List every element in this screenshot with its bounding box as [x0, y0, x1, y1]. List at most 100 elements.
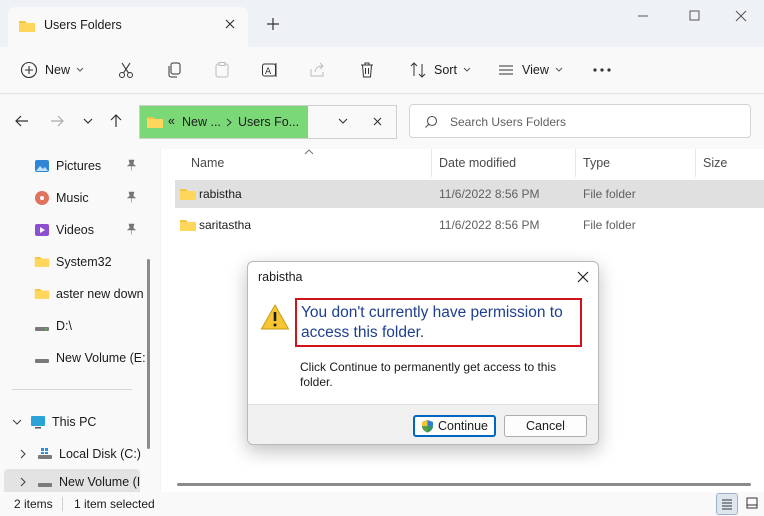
breadcrumb: « New ... Users Fo... — [140, 106, 310, 138]
sidebar-scrollbar[interactable] — [147, 259, 150, 449]
chevron-down-icon — [463, 67, 471, 72]
recent-locations-icon[interactable] — [78, 111, 98, 131]
chevron-down-icon — [12, 419, 22, 425]
sort-icon — [410, 62, 426, 78]
chevron-right-icon — [20, 449, 26, 459]
pin-icon[interactable] — [126, 223, 137, 238]
close-window-icon[interactable] — [726, 5, 756, 27]
maximize-icon[interactable] — [680, 5, 710, 27]
tab-users-folders[interactable]: Users Folders — [8, 7, 248, 47]
music-icon — [34, 190, 50, 206]
title-bar: Users Folders — [0, 0, 764, 47]
search-input[interactable]: Search Users Folders — [450, 115, 566, 129]
address-dropdown — [308, 106, 396, 138]
sidebar-item-videos[interactable]: Videos — [34, 217, 94, 243]
file-name: saritastha — [199, 218, 252, 232]
sidebar-item-label: Local Disk (C:) — [59, 447, 141, 461]
chevron-right-icon — [226, 118, 232, 127]
paste-icon — [215, 62, 229, 78]
copy-icon — [168, 62, 181, 78]
more-options-button[interactable] — [592, 55, 612, 85]
tiles-view-button[interactable] — [741, 493, 763, 515]
sidebar-item-label: System32 — [56, 255, 112, 269]
item-count: 2 items — [14, 497, 53, 511]
warning-icon — [260, 303, 290, 334]
folder-icon — [180, 220, 196, 231]
navigation-pane: Pictures Music Videos System32 aster new… — [0, 149, 160, 495]
computer-icon — [30, 414, 46, 430]
chevron-down-icon — [76, 67, 84, 72]
sidebar-item-label: Music — [56, 191, 89, 205]
file-type: File folder — [583, 218, 636, 232]
up-arrow-icon[interactable] — [106, 111, 126, 131]
address-bar[interactable]: « New ... Users Fo... — [139, 105, 397, 139]
tiles-view-icon — [746, 497, 758, 509]
minimize-icon[interactable] — [628, 5, 658, 27]
sort-button[interactable]: Sort — [409, 55, 471, 85]
details-view-icon — [722, 499, 732, 510]
pin-icon[interactable] — [126, 191, 137, 206]
breadcrumb-overflow[interactable]: « — [168, 114, 175, 128]
sidebar-item-aster-new-down[interactable]: aster new down — [34, 281, 144, 307]
rename-button[interactable]: A — [261, 55, 279, 85]
drive-icon — [34, 350, 50, 366]
windows-drive-icon — [37, 446, 53, 462]
continue-button[interactable]: Continue — [413, 415, 496, 437]
folder-icon — [147, 117, 163, 128]
command-bar: New A Sort View — [0, 47, 764, 94]
view-button[interactable]: View — [497, 55, 563, 85]
cut-button[interactable] — [117, 55, 135, 85]
selection-count: 1 item selected — [74, 497, 155, 511]
new-tab-icon[interactable] — [262, 13, 284, 35]
column-divider[interactable] — [431, 149, 432, 177]
chevron-down-icon — [555, 67, 563, 72]
uac-shield-icon — [421, 420, 433, 433]
table-row[interactable]: rabistha 11/6/2022 8:56 PM File folder — [175, 180, 764, 208]
delete-button[interactable] — [358, 55, 376, 85]
sidebar-item-label: New Volume (E: — [56, 351, 146, 365]
sidebar-item-new-volume-e[interactable]: New Volume (E: — [34, 345, 146, 371]
share-button[interactable] — [309, 55, 327, 85]
sidebar-item-system32[interactable]: System32 — [34, 249, 112, 275]
details-view-button[interactable] — [716, 493, 738, 515]
column-divider[interactable] — [575, 149, 576, 177]
back-arrow-icon[interactable] — [12, 111, 32, 131]
view-label: View — [522, 63, 549, 77]
column-header-type[interactable]: Type — [583, 156, 610, 170]
search-box[interactable]: Search Users Folders — [409, 104, 751, 138]
paste-button[interactable] — [213, 55, 231, 85]
dialog-footer: Continue Cancel — [248, 404, 598, 444]
chevron-down-icon[interactable] — [338, 118, 348, 125]
forward-arrow-icon[interactable] — [47, 111, 67, 131]
pin-icon[interactable] — [126, 159, 137, 174]
pictures-icon — [34, 158, 50, 174]
scissors-icon — [119, 62, 133, 78]
sidebar-item-this-pc[interactable]: This PC — [12, 409, 96, 435]
breadcrumb-item-users-folders[interactable]: Users Fo... — [238, 115, 299, 129]
horizontal-scrollbar[interactable] — [177, 483, 751, 486]
new-button[interactable]: New — [20, 55, 84, 85]
close-tab-icon[interactable] — [220, 14, 240, 34]
cancel-button[interactable]: Cancel — [504, 415, 587, 437]
breadcrumb-item-new[interactable]: New ... — [182, 115, 221, 129]
sidebar-item-label: This PC — [52, 415, 97, 429]
sidebar-item-local-disk-c[interactable]: Local Disk (C:) — [20, 441, 141, 467]
column-divider[interactable] — [695, 149, 696, 177]
dialog-heading: You don't currently have permission to a… — [295, 298, 582, 347]
column-header-date-modified[interactable]: Date modified — [439, 156, 516, 170]
clear-address-icon[interactable] — [372, 116, 383, 127]
table-row[interactable]: saritastha 11/6/2022 8:56 PM File folder — [175, 211, 764, 239]
sidebar-item-pictures[interactable]: Pictures — [34, 153, 101, 179]
sidebar-item-music[interactable]: Music — [34, 185, 89, 211]
column-header-name[interactable]: Name — [191, 156, 224, 170]
new-label: New — [45, 63, 71, 77]
tab-title: Users Folders — [44, 18, 122, 32]
status-divider — [62, 497, 63, 511]
cancel-label: Cancel — [526, 419, 565, 433]
sidebar-item-d-drive[interactable]: D:\ — [34, 313, 72, 339]
column-header-size[interactable]: Size — [703, 156, 727, 170]
folder-icon — [34, 286, 50, 302]
close-icon[interactable] — [574, 268, 592, 286]
chevron-right-icon — [20, 477, 26, 487]
copy-button[interactable] — [165, 55, 183, 85]
